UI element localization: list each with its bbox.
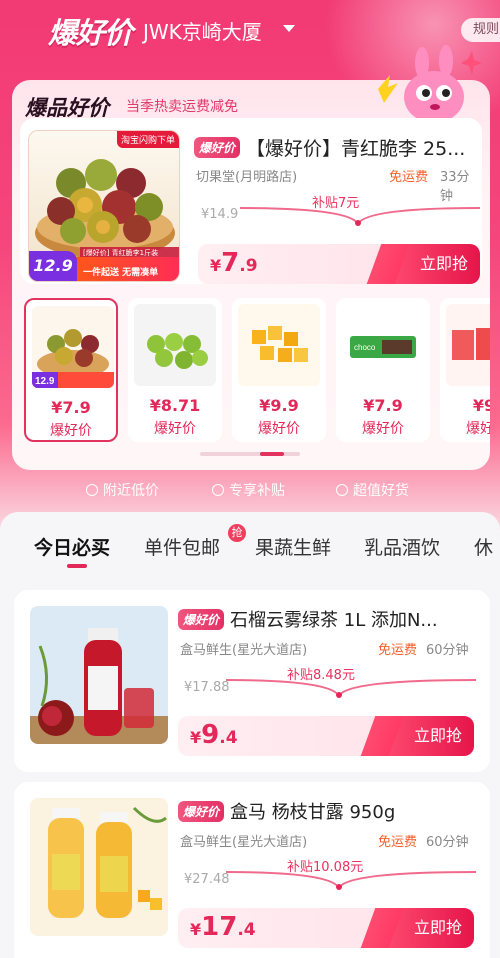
feature-strip: 附近低价 专享补贴 超值好货	[0, 480, 500, 502]
featured-deal[interactable]: 淘宝闪购下单 [爆好价] 青红脆李1斤装 500g 12.9 一件起送 无需凑单…	[20, 118, 482, 284]
hot-tag-badge: 抢	[228, 524, 246, 542]
deal-price: ¥7.9	[210, 248, 258, 278]
featured-deal-title: 爆好价 【爆好价】青红脆李 25...	[194, 134, 476, 161]
product-title-text: 盒马 杨枝甘露 950g	[230, 802, 396, 823]
product-original-price: ¥27.48	[184, 872, 230, 887]
svg-text:12.9: 12.9	[35, 376, 55, 387]
deal-eta: 33分钟	[440, 170, 470, 204]
product-card[interactable]: 爆好价 石榴云雾绿茶 1L 添加N... 盒马鲜生(星光大道店) 免运费 60分钟…	[14, 590, 490, 772]
chevron-down-icon[interactable]	[283, 25, 295, 32]
thumb-item[interactable]: ¥9. 爆好价	[440, 298, 490, 442]
buy-now-button[interactable]: 立即抢	[382, 908, 474, 948]
thumb-label: 爆好价	[154, 421, 196, 437]
carousel-pager	[200, 452, 300, 456]
location-pin-icon	[86, 484, 98, 496]
product-shipping: 免运费	[378, 643, 418, 658]
product-badge: 爆好价	[178, 609, 225, 630]
thumb-label: 爆好价	[466, 421, 490, 437]
thumb-label: 爆好价	[258, 421, 300, 437]
heart-icon	[336, 484, 348, 496]
deal-original-price: ¥14.9	[201, 207, 239, 222]
mango-thumb-image	[238, 304, 320, 386]
product-title: 爆好价 石榴云雾绿茶 1L 添加N...	[178, 606, 478, 632]
deal-store: 切果堂(月明路店)	[196, 170, 298, 185]
rules-button[interactable]: 规则	[461, 18, 500, 42]
thumb-price: ¥7.9	[363, 396, 403, 415]
product-title: 爆好价 盒马 杨枝甘露 950g	[178, 798, 478, 824]
hot-deals-card: 爆品好价 当季热卖运费减免 淘宝闪购下单 [爆好价] 青红脆李1斤装 12.9 …	[12, 45, 490, 470]
product-badge: 爆好价	[178, 801, 225, 822]
feature-exclusive-subsidy: 专享补贴	[212, 480, 285, 500]
product-store: 盒马鲜生(星光大道店)	[180, 643, 308, 658]
tab-today-must-buy[interactable]: 今日必买	[34, 533, 110, 560]
deal-badge: 爆好价	[194, 137, 241, 158]
deal-thumbnails: 12.9 ¥7.9 爆好价 ¥8.71 爆好价 ¥9.9 爆好价 choco ¥…	[24, 298, 490, 442]
product-eta: 60分钟	[426, 835, 469, 850]
thumb-item[interactable]: ¥8.71 爆好价	[128, 298, 222, 442]
svg-text:choco: choco	[354, 343, 376, 352]
thumb-price: ¥8.71	[149, 396, 201, 415]
location-selector[interactable]: JWK京崎大厦	[143, 16, 262, 45]
deal-title-text: 【爆好价】青红脆李 25...	[246, 138, 466, 160]
thumb-label: 爆好价	[50, 423, 92, 439]
deal-shipping: 免运费	[389, 170, 429, 185]
thumb-price: ¥9.9	[259, 396, 299, 415]
deal-subsidy: 补贴7元	[312, 196, 360, 211]
product-shipping: 免运费	[378, 835, 418, 850]
app-logo: 爆好价	[48, 16, 133, 50]
buy-now-button[interactable]: 立即抢	[382, 716, 474, 756]
product-buy-bar[interactable]: ¥17.4 立即抢	[178, 908, 474, 948]
subsidy-curve	[240, 207, 480, 227]
pomegranate-tea-image	[30, 606, 168, 744]
hot-deals-subtitle: 当季热卖运费减免	[126, 99, 238, 115]
deal-image-promo: 一件起送 无需凑单	[83, 268, 159, 278]
tab-leisure[interactable]: 休	[474, 533, 493, 560]
product-subsidy: 补贴10.08元	[287, 860, 364, 875]
category-tabs: 今日必买 单件包邮 抢 果蔬生鲜 乳品酒饮 休	[0, 512, 500, 578]
deal-price-dec: .9	[239, 256, 258, 276]
tab-fresh-produce[interactable]: 果蔬生鲜	[255, 533, 331, 560]
product-price: ¥9.4	[190, 720, 238, 750]
tab-dairy-drinks[interactable]: 乳品酒饮	[364, 533, 440, 560]
watermelon-thumb-image	[446, 304, 490, 386]
deal-image-price: 12.9	[29, 251, 77, 281]
product-image[interactable]	[30, 606, 168, 744]
ice-cream-thumb-image: choco	[342, 304, 424, 386]
tab-single-free-shipping[interactable]: 单件包邮	[144, 533, 220, 560]
product-subsidy: 补贴8.48元	[287, 668, 355, 683]
thumb-item[interactable]: 12.9 ¥7.9 爆好价	[24, 298, 118, 442]
product-image[interactable]	[30, 798, 168, 936]
tag-icon	[212, 484, 224, 496]
deal-price-symbol: ¥	[210, 256, 222, 275]
mango-drink-image	[30, 798, 168, 936]
product-original-price: ¥17.88	[184, 680, 230, 695]
product-eta: 60分钟	[426, 643, 469, 658]
product-store: 盒马鲜生(星光大道店)	[180, 835, 308, 850]
feature-nearby-low-price: 附近低价	[86, 480, 159, 500]
buy-now-button[interactable]: 立即抢	[388, 244, 480, 284]
active-tab-indicator	[67, 564, 87, 568]
mascot-icon	[378, 45, 482, 123]
thumb-label: 爆好价	[362, 421, 404, 437]
product-card[interactable]: 爆好价 盒马 杨枝甘露 950g 盒马鲜生(星光大道店) 免运费 60分钟 ¥27…	[14, 782, 490, 958]
plums-thumb-image: 12.9	[32, 306, 114, 388]
product-buy-bar[interactable]: ¥9.4 立即抢	[178, 716, 474, 756]
thumb-item[interactable]: choco ¥7.9 爆好价	[336, 298, 430, 442]
thumb-item[interactable]: ¥9.9 爆好价	[232, 298, 326, 442]
deal-buy-bar[interactable]: ¥7.9 立即抢	[198, 244, 480, 284]
carousel-pager-indicator	[260, 452, 284, 456]
featured-deal-image[interactable]: 淘宝闪购下单 [爆好价] 青红脆李1斤装 500g 12.9 一件起送 无需凑单	[28, 130, 180, 282]
green-plums-thumb-image	[134, 304, 216, 386]
thumb-price: ¥9.	[472, 396, 490, 415]
thumb-price: ¥7.9	[51, 398, 91, 417]
feature-great-value: 超值好货	[336, 480, 409, 500]
product-price: ¥17.4	[190, 912, 256, 942]
deal-price-int: 7	[221, 248, 240, 278]
product-title-text: 石榴云雾绿茶 1L 添加N...	[230, 610, 438, 631]
deal-image-tag: 淘宝闪购下单	[116, 131, 179, 148]
